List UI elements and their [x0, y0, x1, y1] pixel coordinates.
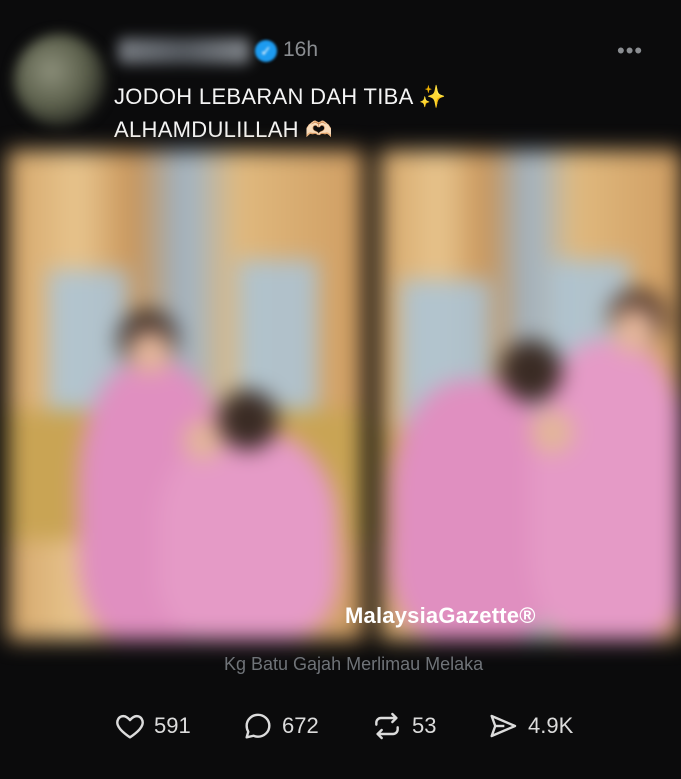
- media-watermark: MalaysiaGazette®: [345, 603, 536, 628]
- repost-count: 53: [412, 713, 437, 738]
- media-photo-right[interactable]: [380, 150, 681, 640]
- share-count: 4.9K: [528, 713, 574, 738]
- post-caption: JODOH LEBARAN DAH TIBA ✨ ALHAMDULILLAH 🫶…: [114, 80, 446, 146]
- caption-line-1: JODOH LEBARAN DAH TIBA ✨: [114, 84, 447, 109]
- author-avatar[interactable]: [14, 34, 106, 126]
- action-bar: 591 672 53 4.9K: [0, 708, 681, 744]
- comment-icon: [245, 713, 271, 739]
- comment-count: 672: [282, 713, 319, 738]
- heart-icon: [116, 714, 144, 739]
- post-location[interactable]: Kg Batu Gajah Merlimau Melaka: [224, 654, 483, 675]
- author-username-blurred[interactable]: [118, 38, 250, 64]
- share-icon: [490, 714, 517, 738]
- repost-icon: [375, 712, 399, 740]
- repost-button[interactable]: 53: [370, 708, 436, 744]
- share-button[interactable]: 4.9K: [486, 708, 573, 744]
- comment-button[interactable]: 672: [242, 708, 319, 744]
- like-button[interactable]: 591: [114, 708, 191, 744]
- more-options-icon[interactable]: •••: [617, 38, 643, 64]
- like-count: 591: [154, 713, 191, 738]
- verified-badge-icon: ✓: [255, 40, 277, 62]
- post-time: 16h: [283, 38, 319, 61]
- media-photo-left[interactable]: [8, 150, 363, 640]
- post-card: ✓ 16h ••• JODOH LEBARAN DAH TIBA ✨ ALHAM…: [0, 0, 681, 779]
- caption-line-2: ALHAMDULILLAH 🫶🏻: [114, 117, 333, 142]
- post-media[interactable]: [8, 150, 681, 640]
